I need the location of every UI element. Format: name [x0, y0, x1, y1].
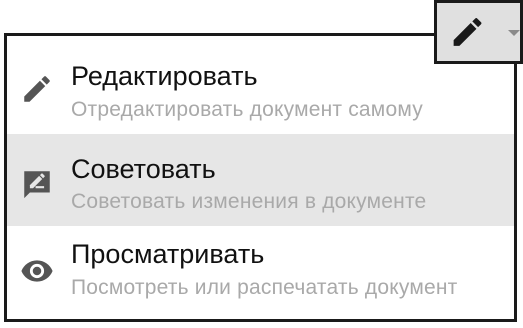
eye-icon — [21, 260, 53, 282]
editing-mode-widget: Редактировать Отредактировать документ с… — [0, 0, 523, 328]
menu-item-title: Редактировать — [71, 61, 258, 91]
menu-item-description: Отредактировать документ самому — [71, 98, 423, 121]
menu-item-description: Посмотреть или распечатать документ — [71, 276, 458, 299]
menu-item-title: Просматривать — [71, 239, 265, 269]
pencil-icon — [24, 76, 50, 102]
editing-mode-button[interactable] — [434, 0, 523, 64]
menu-item-title: Советовать — [71, 154, 216, 184]
menu-item-description: Советовать изменения в документе — [71, 190, 427, 213]
editing-mode-menu: Редактировать Отредактировать документ с… — [4, 33, 517, 322]
suggest-edit-icon — [24, 171, 50, 199]
menu-item-view[interactable]: Просматривать Посмотреть или распечатать… — [7, 226, 514, 319]
caret-down-icon — [508, 30, 520, 36]
pencil-icon — [453, 18, 482, 46]
menu-item-suggest[interactable]: Советовать Советовать изменения в докуме… — [7, 134, 514, 226]
